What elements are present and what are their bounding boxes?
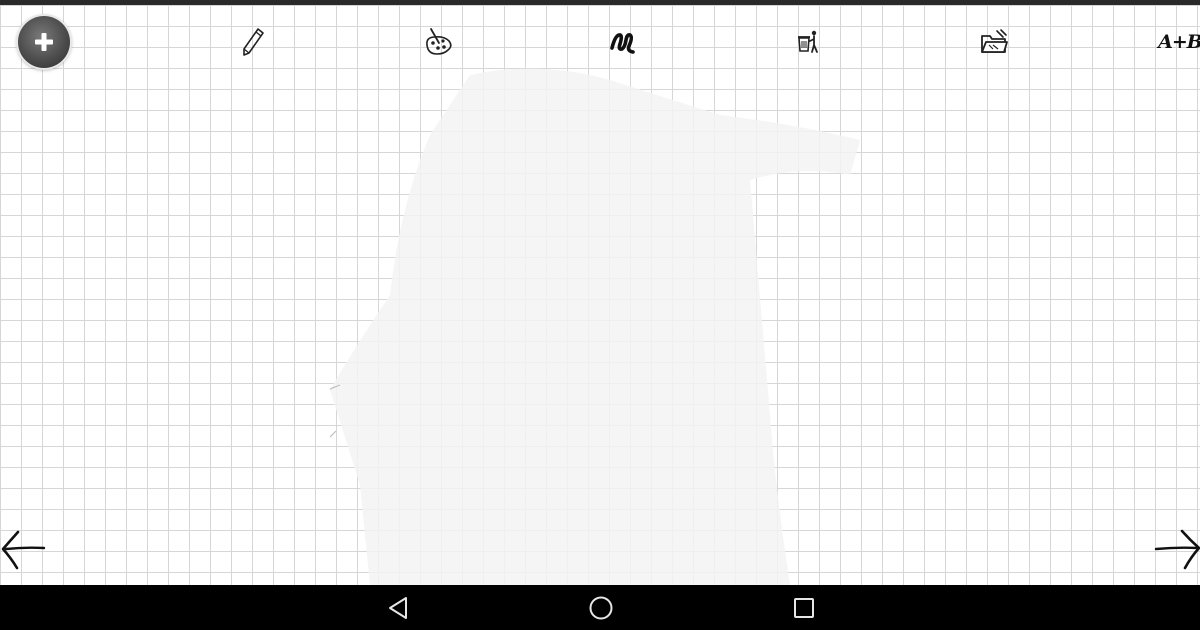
brush-stroke-icon <box>610 33 635 54</box>
system-back-button[interactable] <box>368 585 428 630</box>
brush-stroke-button[interactable] <box>603 22 643 62</box>
color-palette-button[interactable] <box>418 22 458 62</box>
open-folder-icon <box>981 29 1008 53</box>
arrow-left-icon <box>1 530 46 570</box>
next-page-button[interactable] <box>1152 525 1200 573</box>
system-recents-button[interactable] <box>774 585 834 630</box>
palette-icon <box>426 28 452 55</box>
drawing-app-screen: A+B <box>0 0 1200 630</box>
trash-can-icon <box>798 30 818 53</box>
system-home-button[interactable] <box>571 585 631 630</box>
plus-icon <box>35 33 53 51</box>
home-circle-icon <box>589 596 613 619</box>
recents-square-icon <box>794 597 814 618</box>
back-triangle-icon <box>389 596 407 619</box>
pencil-icon <box>243 28 264 56</box>
faded-page-watermark <box>330 68 860 585</box>
pencil-tool-button[interactable] <box>233 22 273 62</box>
add-page-button[interactable] <box>18 16 70 68</box>
system-navigation-bar <box>0 585 1200 630</box>
text-tool-button[interactable]: A+B <box>1158 22 1200 62</box>
open-gallery-button[interactable] <box>974 22 1014 62</box>
previous-page-button[interactable] <box>0 525 50 573</box>
text-ab-icon: A+B <box>1158 31 1200 53</box>
clear-canvas-button[interactable] <box>789 22 829 62</box>
drawing-canvas[interactable] <box>0 5 1200 585</box>
arrow-right-icon <box>1154 529 1200 570</box>
